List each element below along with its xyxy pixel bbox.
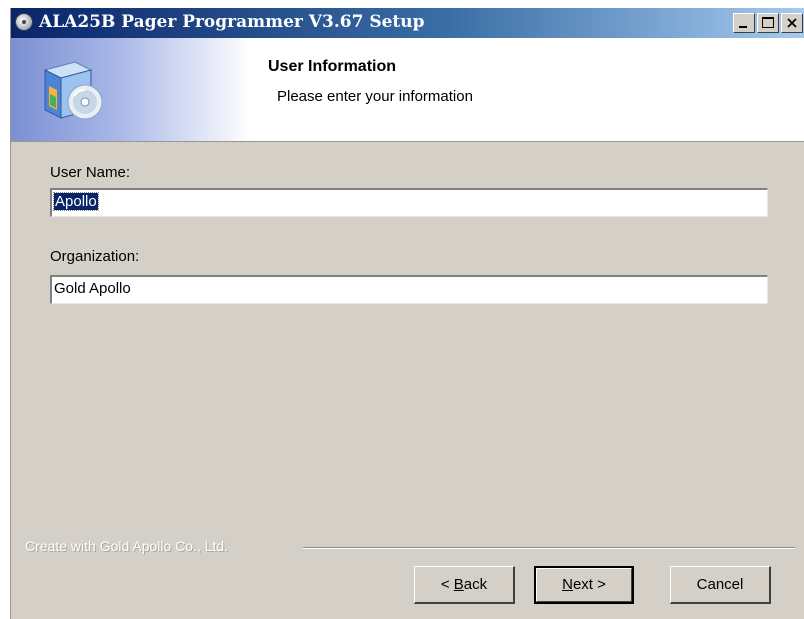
brand-text: Create with Gold Apollo Co., Ltd. (25, 538, 229, 554)
setup-window: ALA25B Pager Programmer V3.67 Setup User… (10, 8, 804, 619)
page-title: User Information (268, 58, 397, 75)
next-button-accelerator: N (562, 576, 573, 593)
wizard-header: User Information Please enter your infor… (11, 38, 804, 142)
close-button[interactable] (781, 13, 803, 33)
user-name-value: Apollo (53, 192, 99, 211)
back-button-prefix: < (440, 575, 454, 593)
back-button-suffix: ack (463, 575, 488, 593)
user-name-label: User Name: (50, 164, 131, 181)
organization-label: Organization: (50, 248, 140, 265)
organization-value: Gold Apollo (54, 280, 131, 297)
footer-divider (303, 547, 795, 549)
back-button[interactable]: < Back (414, 566, 515, 604)
close-icon (787, 18, 797, 28)
title-bar[interactable]: ALA25B Pager Programmer V3.67 Setup (11, 8, 804, 38)
minimize-button[interactable] (733, 13, 755, 33)
cancel-button-label: Cancel (696, 575, 744, 593)
cd-icon (15, 13, 33, 31)
organization-field[interactable]: Gold Apollo (50, 275, 768, 304)
page-subtitle: Please enter your information (277, 88, 473, 105)
cancel-button[interactable]: Cancel (670, 566, 771, 604)
back-button-accelerator: B (453, 575, 464, 593)
window-title: ALA25B Pager Programmer V3.67 Setup (39, 12, 425, 32)
user-name-field[interactable]: Apollo (50, 188, 768, 217)
maximize-button[interactable] (757, 13, 779, 33)
setup-box-icon (43, 61, 103, 120)
next-button-suffix: ext > (572, 576, 606, 593)
next-button[interactable]: Next > (534, 566, 634, 604)
